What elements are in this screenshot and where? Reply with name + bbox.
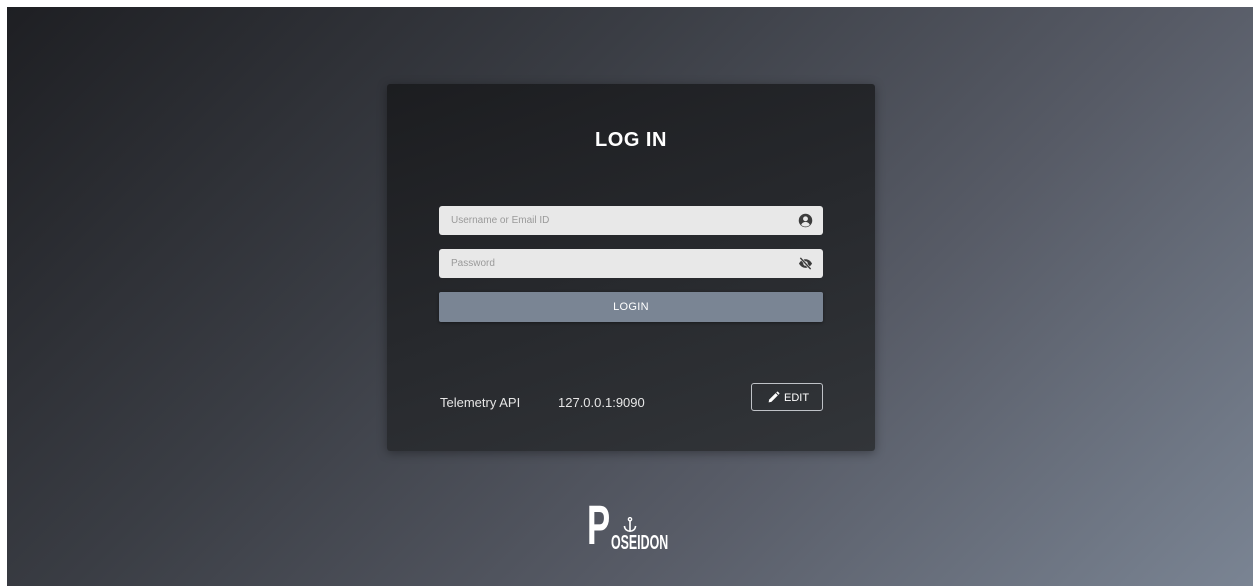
app-background: LOG IN LOGIN Telemetry API 127.0.0.1:909…: [7, 7, 1253, 586]
password-input[interactable]: [439, 249, 779, 278]
telemetry-api-label: Telemetry API: [440, 395, 521, 410]
eye-slash-icon[interactable]: [798, 256, 813, 271]
logo-wordmark: OSEIDON: [611, 532, 669, 554]
username-field[interactable]: [439, 206, 823, 235]
login-button[interactable]: LOGIN: [439, 292, 823, 322]
telemetry-api-value: 127.0.0.1:9090: [558, 395, 645, 410]
password-field[interactable]: [439, 249, 823, 278]
login-card: LOG IN LOGIN Telemetry API 127.0.0.1:909…: [387, 84, 875, 451]
edit-button-label: EDIT: [784, 392, 810, 404]
logo-initial: P: [587, 493, 610, 556]
pencil-icon: [768, 391, 780, 403]
poseidon-logo: P OSEIDON: [587, 497, 677, 557]
anchor-icon: [623, 517, 637, 533]
username-input[interactable]: [439, 206, 779, 235]
edit-button[interactable]: EDIT: [751, 383, 823, 411]
user-circle-icon: [798, 213, 813, 228]
login-title: LOG IN: [595, 129, 667, 151]
